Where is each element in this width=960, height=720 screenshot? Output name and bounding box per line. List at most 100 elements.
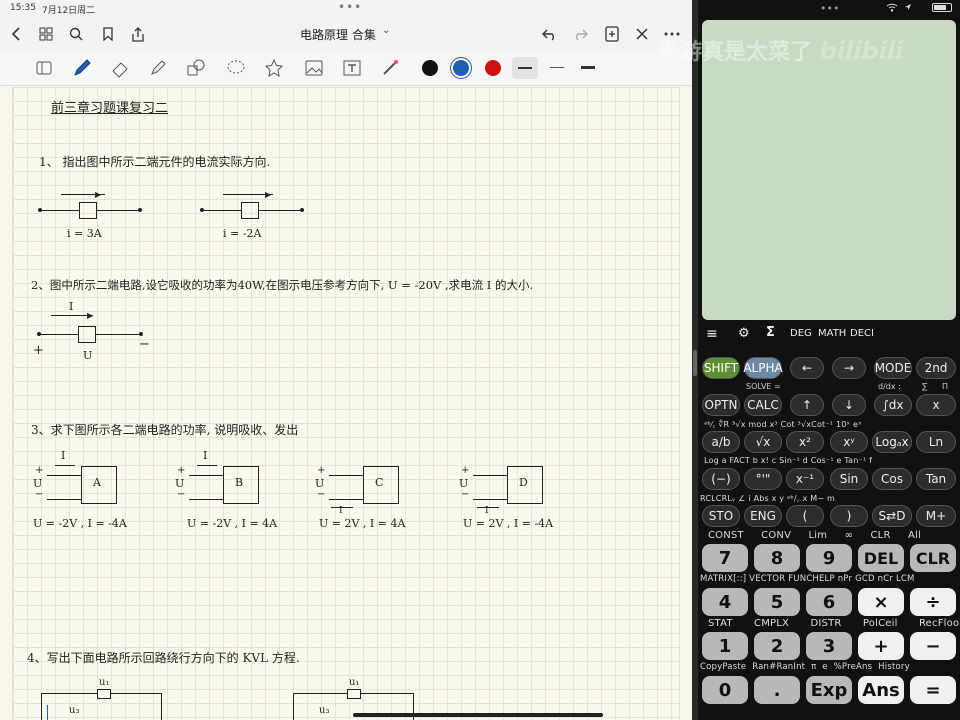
highlighter-tool-icon[interactable] [148, 58, 168, 78]
stroke-thin-option[interactable] [512, 57, 538, 79]
exp-key[interactable]: Exp [806, 676, 852, 704]
reciprocal-key[interactable]: x⁻¹ [786, 468, 824, 490]
eraser-tool-icon[interactable] [110, 58, 130, 78]
digit-4-key[interactable]: 4 [702, 588, 748, 616]
digit-1-key[interactable]: 1 [702, 632, 748, 660]
digit-7-key[interactable]: 7 [702, 544, 748, 572]
up-arrow-key[interactable]: ↑ [790, 394, 824, 416]
bookmark-icon[interactable] [98, 24, 118, 44]
mode-key[interactable]: MODE [874, 357, 912, 379]
sto-key[interactable]: STO [702, 505, 740, 527]
logax-key[interactable]: Logₐx [872, 431, 912, 453]
reading-mode-icon[interactable] [34, 58, 54, 78]
color-blue-swatch[interactable] [453, 60, 469, 76]
digit-5-key[interactable]: 5 [754, 588, 800, 616]
sigma-icon[interactable]: Σ [766, 325, 775, 340]
stroke-thick-option[interactable] [581, 66, 595, 69]
lasso-tool-icon[interactable] [226, 58, 246, 78]
cos-key[interactable]: Cos [872, 468, 912, 490]
digit-6-key[interactable]: 6 [806, 588, 852, 616]
hamburger-menu-icon[interactable]: ≡ [706, 326, 718, 342]
variable-x-key[interactable]: x [916, 394, 956, 416]
shapes-tool-icon[interactable] [186, 58, 206, 78]
second-key[interactable]: 2nd [916, 357, 956, 379]
ddx-sublabel: d/dx : [878, 382, 901, 391]
redo-icon[interactable] [570, 24, 590, 44]
tan-key[interactable]: Tan [916, 468, 956, 490]
row3-sublabels: Log a FACT b x! c Sin⁻¹ d Cos⁻¹ e Tan⁻¹ … [704, 456, 873, 465]
ln-key[interactable]: Ln [916, 431, 956, 453]
decimal-point-key[interactable]: . [754, 676, 800, 704]
q2-plus-sign: + [33, 343, 44, 358]
sqrt-key[interactable]: √x [744, 431, 782, 453]
shift-key[interactable]: SHIFT [702, 357, 740, 379]
negative-key[interactable]: (−) [702, 468, 740, 490]
minus-key[interactable]: − [910, 632, 956, 660]
square-key[interactable]: x² [786, 431, 824, 453]
integral-key[interactable]: ∫dx [874, 394, 912, 416]
color-black-swatch[interactable] [422, 60, 438, 76]
back-icon[interactable] [6, 24, 26, 44]
close-icon[interactable] [632, 24, 652, 44]
row8-sublabels: CopyPaste Ran#RanInt π e %PreAns History [700, 662, 910, 672]
output-mode-indicator[interactable]: DECI [850, 328, 874, 339]
digit-9-key[interactable]: 9 [806, 544, 852, 572]
equals-key[interactable]: = [910, 676, 956, 704]
clear-key[interactable]: CLR [910, 544, 956, 572]
multitask-dots-icon[interactable]: ••• [820, 2, 839, 15]
multitask-dots-icon[interactable]: ••• [338, 0, 362, 14]
degree-key[interactable]: °'" [744, 468, 782, 490]
down-arrow-key[interactable]: ↓ [832, 394, 866, 416]
note-page[interactable]: 前三章习题课复习二 1、 指出图中所示二端元件的电流实际方向. ▶ i = 3A… [12, 87, 680, 720]
document-title[interactable]: 电路原理 合集 [300, 26, 376, 43]
close-paren-key[interactable]: ) [830, 505, 868, 527]
grid-view-icon[interactable] [36, 24, 56, 44]
color-red-swatch[interactable] [485, 60, 501, 76]
delete-key[interactable]: DEL [858, 544, 904, 572]
text-tool-icon[interactable] [342, 58, 362, 78]
q2-current-label: I [69, 300, 74, 313]
digit-3-key[interactable]: 3 [806, 632, 852, 660]
laser-pointer-icon[interactable] [380, 58, 400, 78]
power-key[interactable]: xʸ [830, 431, 868, 453]
s-to-d-key[interactable]: S⇄D [872, 505, 912, 527]
right-arrow-key[interactable]: → [832, 357, 866, 379]
digit-2-key[interactable]: 2 [754, 632, 800, 660]
calc-key[interactable]: CALC [744, 394, 782, 416]
undo-icon[interactable] [540, 24, 560, 44]
fraction-key[interactable]: a/b [702, 431, 740, 453]
divide-key[interactable]: ÷ [910, 588, 956, 616]
sin-key[interactable]: Sin [830, 468, 868, 490]
chevron-down-icon[interactable]: ⌄ [382, 25, 390, 36]
sticker-tool-icon[interactable] [264, 58, 284, 78]
open-paren-key[interactable]: ( [786, 505, 824, 527]
product-sublabel: Π [942, 382, 949, 391]
plus-key[interactable]: + [858, 632, 904, 660]
location-icon [904, 3, 912, 14]
settings-gear-icon[interactable]: ⚙ [738, 326, 750, 341]
optn-key[interactable]: OPTN [702, 394, 740, 416]
q3-circuit-b: I B + U − U = -2V , I = 4A [175, 449, 278, 530]
angle-mode-indicator[interactable]: DEG [790, 328, 812, 339]
image-tool-icon[interactable] [304, 58, 324, 78]
search-icon[interactable] [66, 24, 86, 44]
eng-key[interactable]: ENG [744, 505, 782, 527]
input-mode-indicator[interactable]: MATH [818, 328, 846, 339]
share-icon[interactable] [128, 24, 148, 44]
m-plus-key[interactable]: M+ [916, 505, 956, 527]
digit-8-key[interactable]: 8 [754, 544, 800, 572]
add-page-icon[interactable] [602, 24, 622, 44]
solve-sublabel: SOLVE = [746, 382, 781, 391]
ans-key[interactable]: Ans [858, 676, 904, 704]
divider-grip[interactable] [693, 350, 697, 376]
home-indicator[interactable] [353, 713, 603, 717]
stroke-medium-option[interactable] [550, 67, 564, 68]
calc-status-bar: ••• [698, 0, 960, 18]
left-arrow-key[interactable]: ← [790, 357, 824, 379]
alpha-key[interactable]: ALPHA [743, 357, 783, 379]
multiply-key[interactable]: × [858, 588, 904, 616]
q1-label-a: i = 3A [67, 227, 102, 240]
digit-0-key[interactable]: 0 [702, 676, 748, 704]
pen-tool-icon[interactable] [72, 58, 92, 78]
wifi-icon [886, 2, 898, 15]
